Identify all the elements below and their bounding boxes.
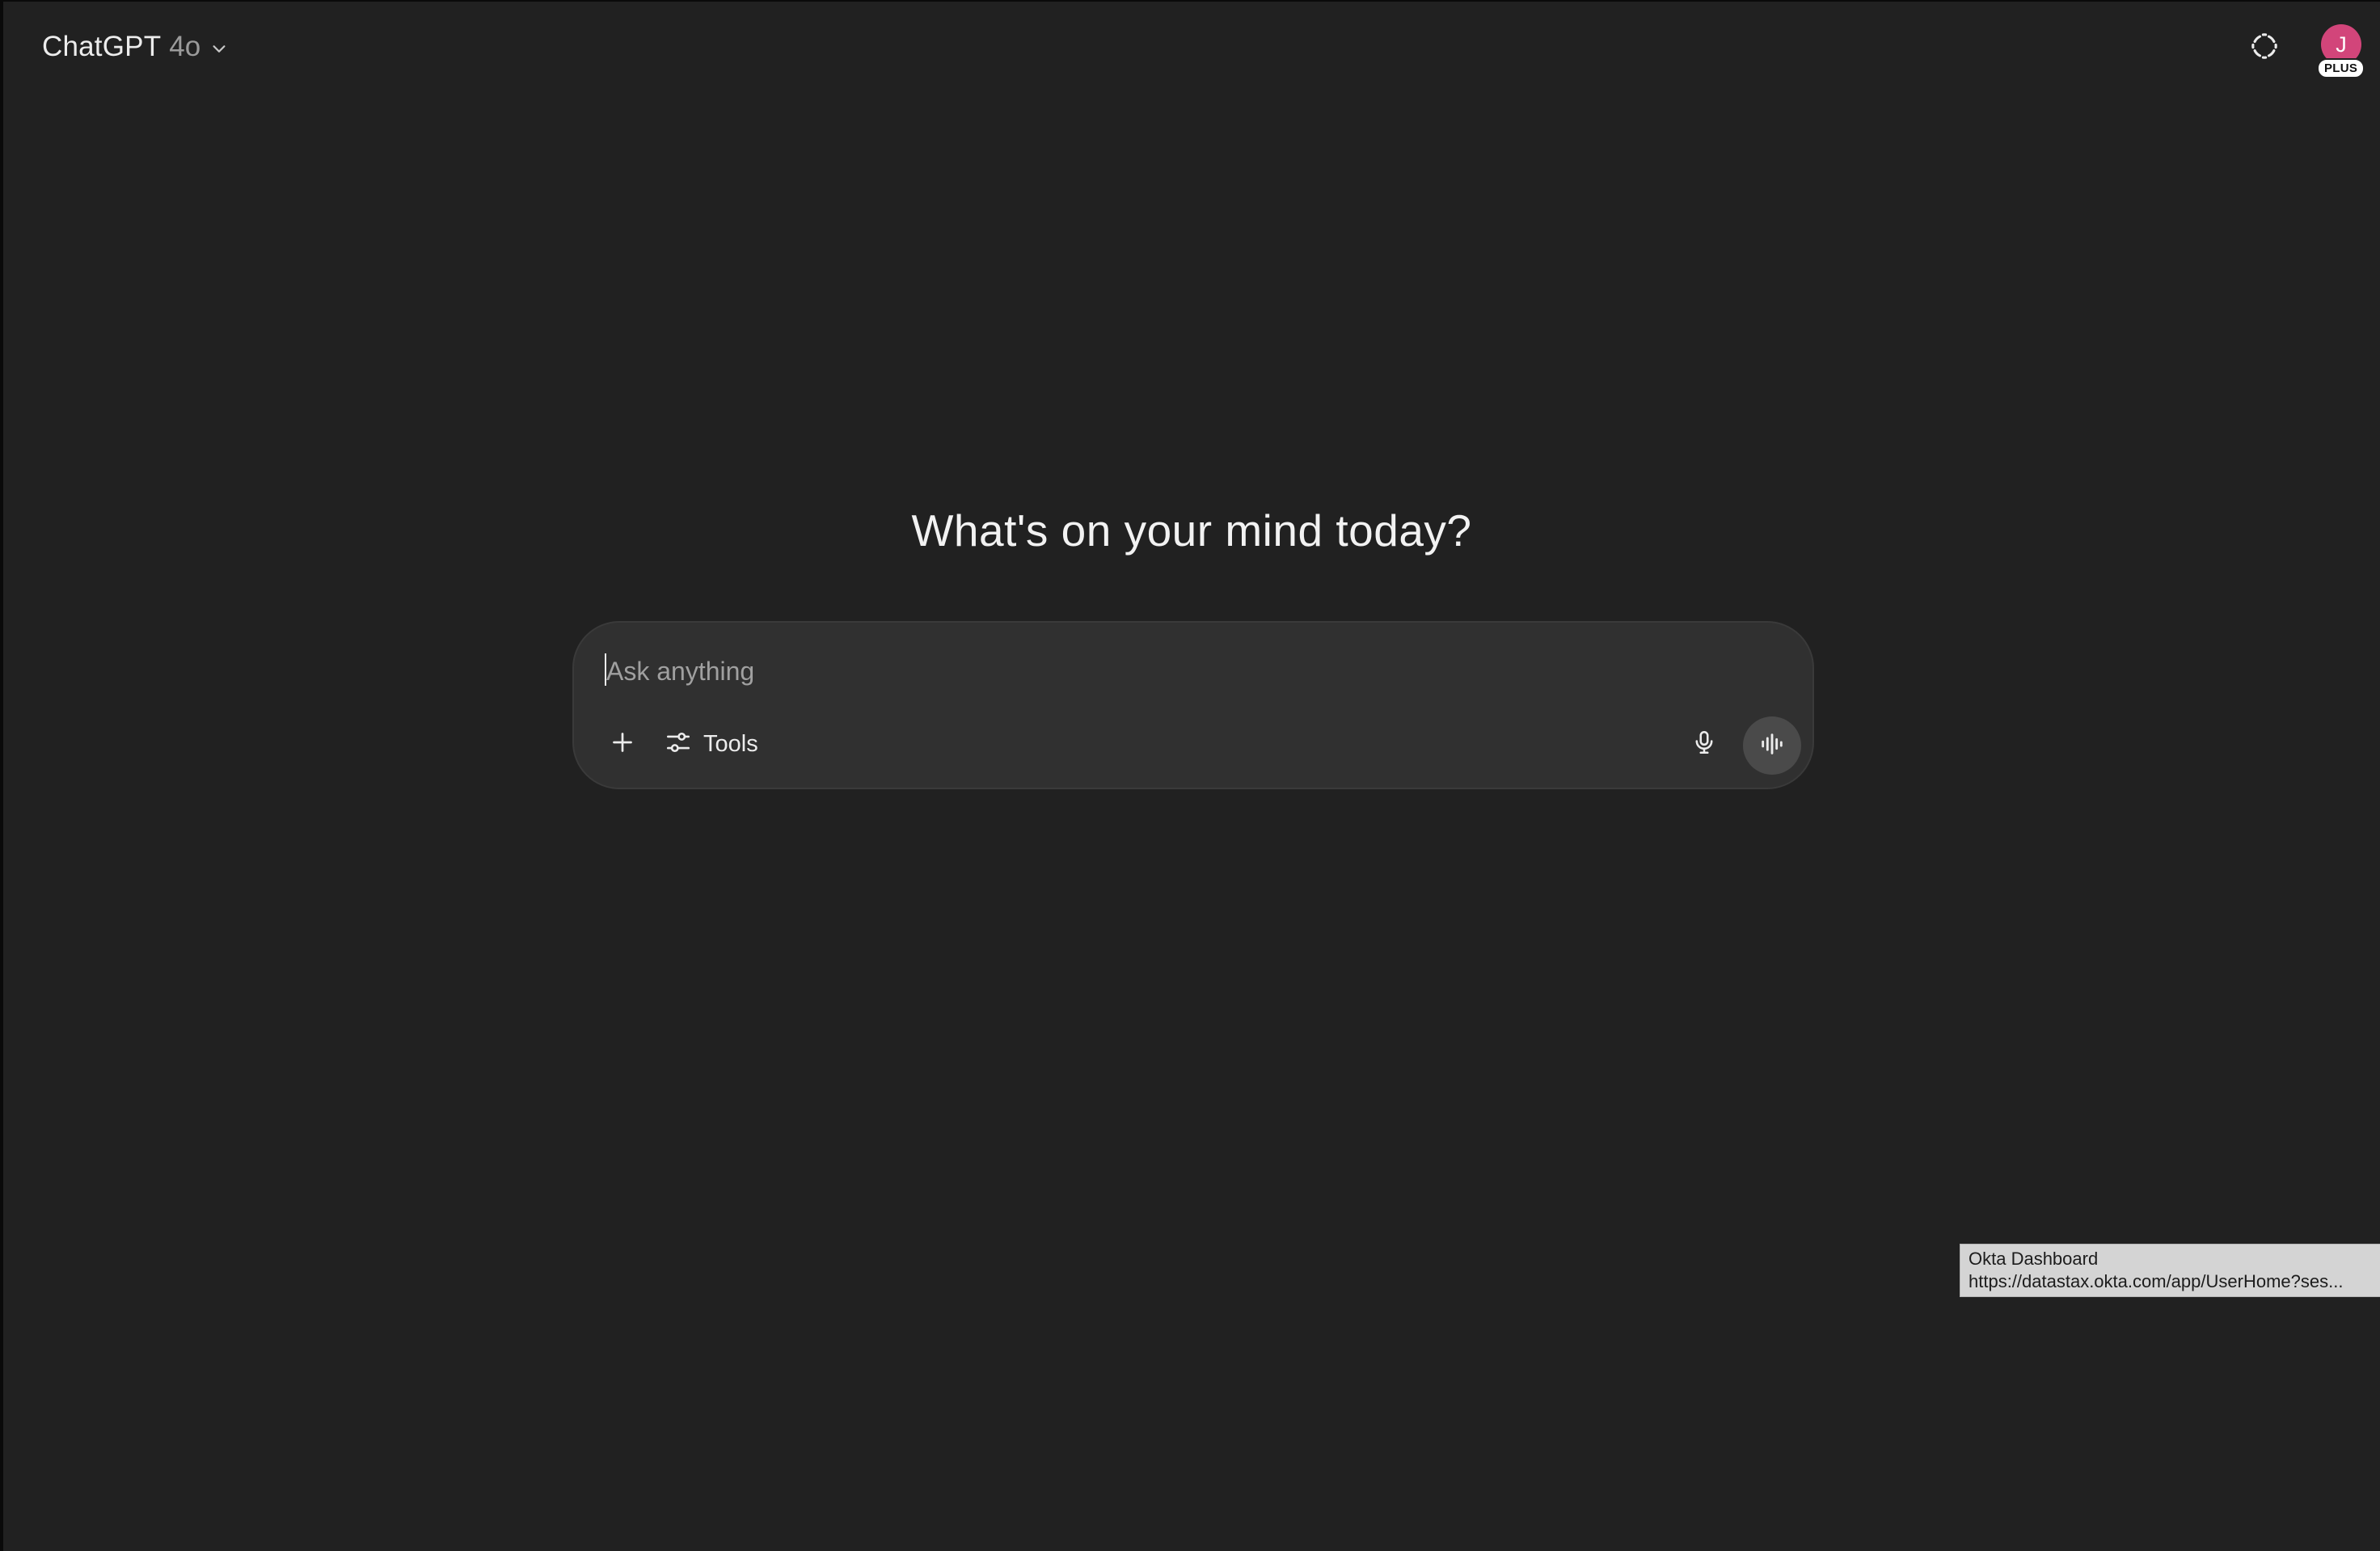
model-name: ChatGPT: [42, 31, 162, 62]
prompt-input[interactable]: [605, 650, 1772, 692]
model-switcher[interactable]: ChatGPT 4o: [36, 26, 236, 68]
microphone-icon: [1690, 729, 1718, 760]
link-status-url: https://datastax.okta.com/app/UserHome?s…: [1969, 1271, 2344, 1291]
attach-button[interactable]: [600, 721, 645, 767]
chevron-down-icon: [209, 38, 230, 59]
link-status-title: Okta Dashboard: [1969, 1249, 2099, 1269]
page-title: What's on your mind today?: [911, 505, 1472, 556]
link-status-tooltip: Okta Dashboard https://datastax.okta.com…: [1960, 1244, 2380, 1297]
plan-badge: PLUS: [2317, 58, 2365, 78]
voice-waveform-icon: [1758, 730, 1786, 762]
sliders-icon: [665, 729, 692, 760]
tools-label: Tools: [703, 730, 758, 757]
text-caret: [605, 653, 606, 686]
voice-mode-button[interactable]: [1743, 716, 1801, 775]
profile-menu-button[interactable]: J PLUS: [2317, 24, 2365, 82]
app-window: ChatGPT 4o J PLUS What's on your mind to…: [0, 0, 2380, 1551]
plus-icon: [608, 728, 637, 761]
dashed-circle-icon: [2249, 31, 2280, 66]
prompt-composer: Tools: [572, 621, 1814, 789]
model-version: 4o: [169, 31, 201, 62]
tools-button[interactable]: Tools: [655, 721, 768, 767]
temporary-chat-button[interactable]: [2243, 26, 2286, 70]
dictate-button[interactable]: [1682, 721, 1727, 767]
